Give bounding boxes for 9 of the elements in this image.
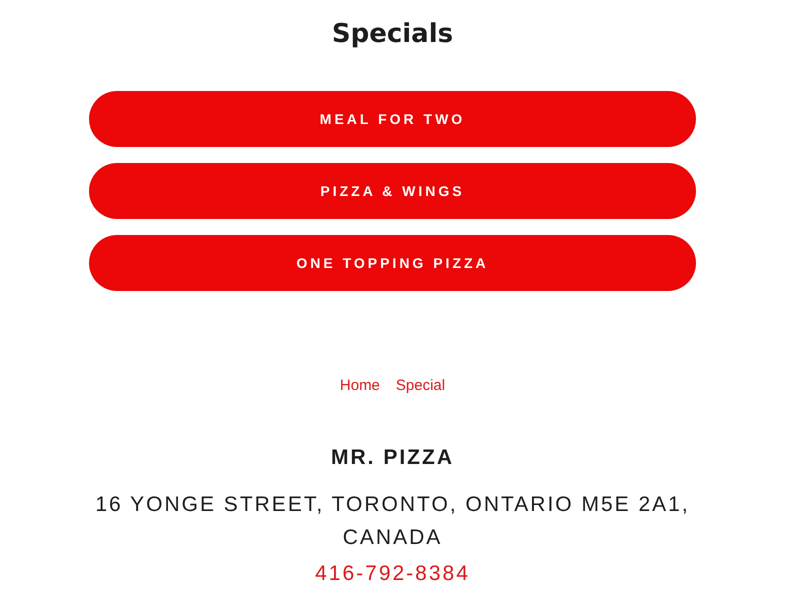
breadcrumb-link[interactable]: Home	[340, 377, 380, 394]
special-button[interactable]: MEAL FOR TWO	[89, 91, 696, 147]
breadcrumb-link[interactable]: Special	[396, 377, 446, 394]
restaurant-name: MR. PIZZA	[331, 446, 454, 470]
page-title: Specials	[332, 18, 454, 51]
phone-link[interactable]: 416-792-8384	[315, 562, 470, 586]
special-button[interactable]: PIZZA & WINGS	[89, 163, 696, 219]
restaurant-address: 16 YONGE STREET, TORONTO, ONTARIO M5E 2A1, CANADA	[94, 492, 691, 551]
special-button[interactable]: ONE TOPPING PIZZA	[89, 235, 696, 291]
